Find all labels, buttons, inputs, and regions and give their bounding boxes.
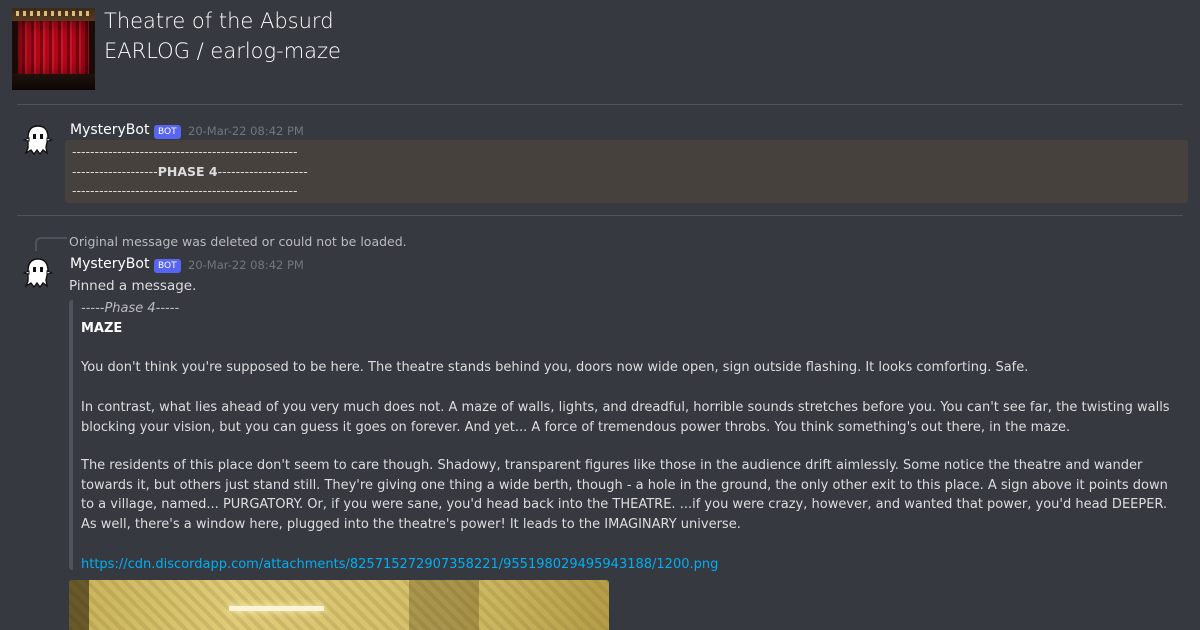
author-name[interactable]: MysteryBot — [70, 122, 149, 138]
code-line: ----------------------------------------… — [72, 183, 298, 198]
shadow-edge — [69, 580, 89, 630]
stage-lights — [16, 11, 91, 16]
header-divider — [17, 104, 1183, 105]
embed-accent-bar — [69, 300, 73, 570]
embed-paragraph: The residents of this place don't seem t… — [81, 458, 1168, 532]
phase-heading: PHASE 4 — [157, 164, 218, 179]
code-dashes-left: ------------------- — [72, 164, 158, 179]
wall-pillar — [409, 580, 479, 630]
attachment-image-preview[interactable] — [69, 580, 609, 630]
embed-phase-title: -----Phase 4----- — [81, 301, 180, 316]
pinned-notice: Pinned a message. — [69, 278, 197, 294]
wallpaper-pattern — [69, 580, 609, 630]
message-timestamp: 20-Mar-22 08:42 PM — [188, 124, 304, 138]
embed-paragraph: You don't think you're supposed to be he… — [81, 360, 1029, 375]
red-curtain — [18, 21, 89, 77]
reply-notice: Original message was deleted or could no… — [69, 234, 407, 249]
theatre-curtain-server-icon[interactable] — [12, 8, 95, 90]
message-timestamp: 20-Mar-22 08:42 PM — [188, 258, 304, 272]
reply-connector — [35, 237, 67, 251]
server-name: Theatre of the Absurd — [104, 9, 334, 33]
embed-paragraph: In contrast, what lies ahead of you very… — [81, 400, 1170, 435]
ghost-avatar-icon[interactable] — [20, 255, 56, 291]
ghost-avatar-icon[interactable] — [20, 122, 56, 158]
author-name[interactable]: MysteryBot — [70, 256, 149, 272]
bot-badge: BOT — [154, 125, 181, 139]
channel-path: EARLOG / earlog-maze — [104, 39, 341, 63]
code-dashes-right: -------------------- — [217, 164, 308, 179]
bot-badge: BOT — [154, 259, 181, 273]
code-block: ----------------------------------------… — [65, 140, 1188, 203]
channel-header: Theatre of the Absurd EARLOG / earlog-ma… — [12, 6, 1192, 90]
attachment-link[interactable]: https://cdn.discordapp.com/attachments/8… — [81, 557, 718, 572]
code-line-phase: -------------------PHASE 4--------------… — [72, 164, 308, 179]
audience-seats — [12, 74, 95, 90]
code-line: ----------------------------------------… — [72, 144, 298, 159]
ceiling-light — [229, 606, 324, 611]
message-divider — [17, 215, 1183, 216]
embed-title: MAZE — [81, 321, 123, 336]
